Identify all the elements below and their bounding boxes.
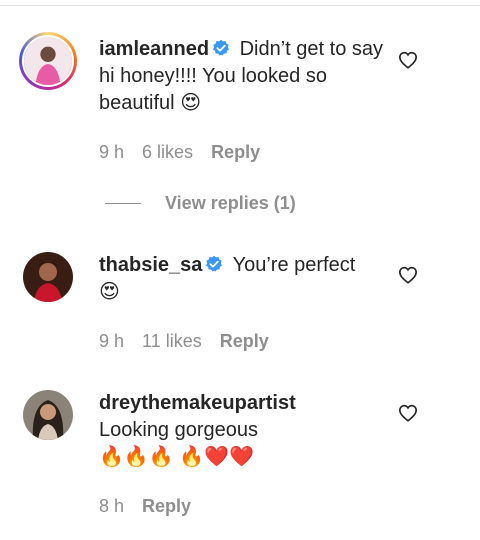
comment-body: Looking gorgeous <box>99 419 259 441</box>
comment-text: iamleanned Didn’t get to say hi honey!!!… <box>99 36 389 117</box>
comment-username[interactable]: dreythemakeupartist <box>99 392 296 414</box>
comment-body: You’re perfect <box>232 254 356 276</box>
avatar[interactable] <box>23 390 73 440</box>
reply-button[interactable]: Reply <box>142 496 191 517</box>
comment-username[interactable]: iamleanned <box>99 38 209 60</box>
comment-meta: 8 h Reply <box>99 496 191 517</box>
heart-outline-icon[interactable] <box>398 404 418 422</box>
comment-text: dreythemakeupartist Looking gorgeous 🔥🔥🔥… <box>99 390 399 471</box>
emoji-fire-hearts: 🔥🔥🔥 🔥❤️❤️ <box>99 446 254 468</box>
reply-button[interactable]: Reply <box>211 142 260 163</box>
view-replies-button[interactable]: View replies (1) <box>105 193 296 214</box>
comment-text: thabsie_sa You’re perfect 😍 <box>99 252 389 306</box>
comment-username[interactable]: thabsie_sa <box>99 254 202 276</box>
verified-badge-icon <box>213 39 230 56</box>
emoji-heart-eyes: 😍 <box>180 92 202 114</box>
avatar-red-dress-icon <box>23 252 73 302</box>
comment-time: 9 h <box>99 331 125 351</box>
heart-outline-icon[interactable] <box>398 266 418 284</box>
comment-time: 9 h <box>99 142 125 162</box>
emoji-heart-eyes: 😍 <box>99 281 120 303</box>
like-count[interactable]: 6 likes <box>142 142 193 163</box>
reply-button[interactable]: Reply <box>220 331 269 352</box>
top-divider <box>0 0 480 6</box>
avatar[interactable] <box>19 32 77 90</box>
comment-time: 8 h <box>99 496 125 516</box>
comment-meta: 9 h 11 likes Reply <box>99 331 269 352</box>
view-replies-label: View replies (1) <box>165 193 296 213</box>
avatar-long-hair-icon <box>23 390 73 440</box>
like-count[interactable]: 11 likes <box>142 331 202 352</box>
avatar-pink-outfit-icon <box>24 37 72 85</box>
heart-outline-icon[interactable] <box>398 51 418 69</box>
comment-meta: 9 h 6 likes Reply <box>99 142 260 163</box>
avatar[interactable] <box>23 252 73 302</box>
divider-line <box>105 203 141 204</box>
verified-badge-icon <box>206 255 223 272</box>
